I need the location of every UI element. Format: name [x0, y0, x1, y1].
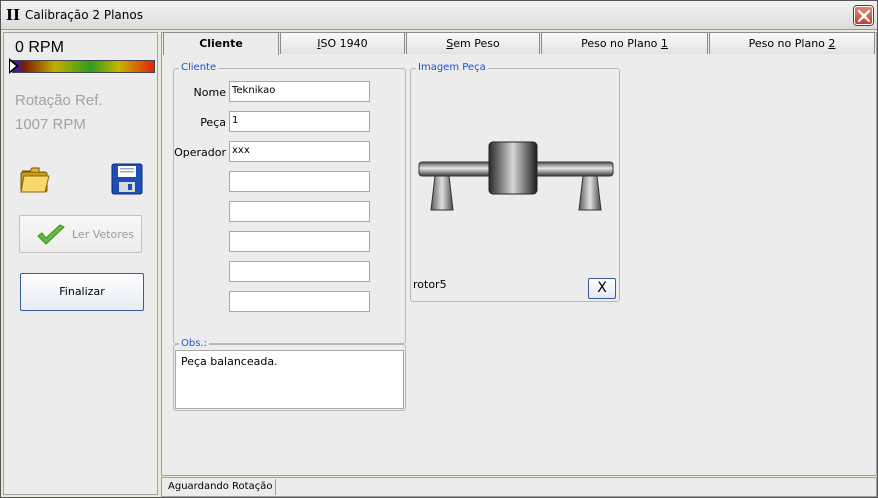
app-window: II Calibração 2 Planos 0 RPM Rotação Ref…	[0, 0, 878, 498]
open-folder-icon[interactable]	[19, 163, 51, 195]
obs-group-title: Obs.:	[179, 338, 209, 349]
read-vectors-label: Ler Vetores	[72, 228, 134, 241]
close-button[interactable]	[854, 6, 873, 25]
reference-rotation-label: Rotação Ref.	[15, 92, 103, 109]
piece-label: Peça	[200, 116, 226, 129]
reference-rotation-value: 1007 RPM	[15, 116, 86, 133]
finalize-label: Finalizar	[59, 285, 105, 298]
clear-image-button[interactable]: X	[588, 278, 616, 299]
title-bar: II Calibração 2 Planos	[1, 1, 877, 30]
tab-iso-label: ISO 1940	[317, 37, 368, 50]
checkmark-icon	[37, 224, 65, 245]
window-title: Calibração 2 Planos	[25, 8, 143, 22]
extra-field-3[interactable]	[229, 231, 370, 252]
close-icon	[858, 10, 870, 22]
operator-label: Operador	[174, 146, 226, 159]
tab-cliente[interactable]: Cliente	[163, 32, 279, 55]
read-vectors-button[interactable]: Ler Vetores	[19, 215, 142, 253]
piece-image-group-title: Imagem Peça	[416, 62, 488, 73]
tab-peso-plano-2-label: Peso no Plano 2	[748, 37, 836, 50]
tab-sem-peso-label: Sem Peso	[446, 37, 500, 50]
tab-iso-1940[interactable]: ISO 1940	[280, 32, 405, 54]
piece-image-caption: rotor5	[413, 278, 447, 291]
extra-field-5[interactable]	[229, 291, 370, 312]
name-label: Nome	[193, 86, 226, 99]
tab-peso-plano-2[interactable]: Peso no Plano 2	[709, 32, 875, 54]
tab-peso-plano-1[interactable]: Peso no Plano 1	[541, 32, 708, 54]
obs-textarea[interactable]: Peça balanceada.	[175, 350, 404, 409]
extra-field-2[interactable]	[229, 201, 370, 222]
extra-field-4[interactable]	[229, 261, 370, 282]
piece-field[interactable]: 1	[229, 111, 370, 132]
rpm-pointer-inner	[10, 61, 16, 71]
left-panel: 0 RPM Rotação Ref. 1007 RPM Ler Vetores …	[3, 32, 158, 495]
status-text: Aguardando Rotação	[168, 481, 273, 492]
extra-field-1[interactable]	[229, 171, 370, 192]
client-group-title: Cliente	[179, 62, 219, 73]
status-separator	[275, 479, 276, 495]
name-field[interactable]: Teknikao	[229, 81, 370, 102]
rotor-image	[418, 141, 614, 211]
rpm-readout: 0 RPM	[15, 39, 64, 56]
tab-sem-peso[interactable]: Sem Peso	[406, 32, 540, 54]
rpm-gauge-bar	[12, 60, 155, 73]
operator-field[interactable]: xxx	[229, 141, 370, 162]
tab-peso-plano-1-label: Peso no Plano 1	[581, 37, 668, 50]
finalize-button[interactable]: Finalizar	[20, 273, 144, 311]
app-logo-icon: II	[5, 6, 21, 24]
status-bar: Aguardando Rotação	[161, 477, 877, 497]
save-floppy-icon[interactable]	[111, 163, 143, 195]
tab-cliente-label: Cliente	[199, 37, 243, 50]
